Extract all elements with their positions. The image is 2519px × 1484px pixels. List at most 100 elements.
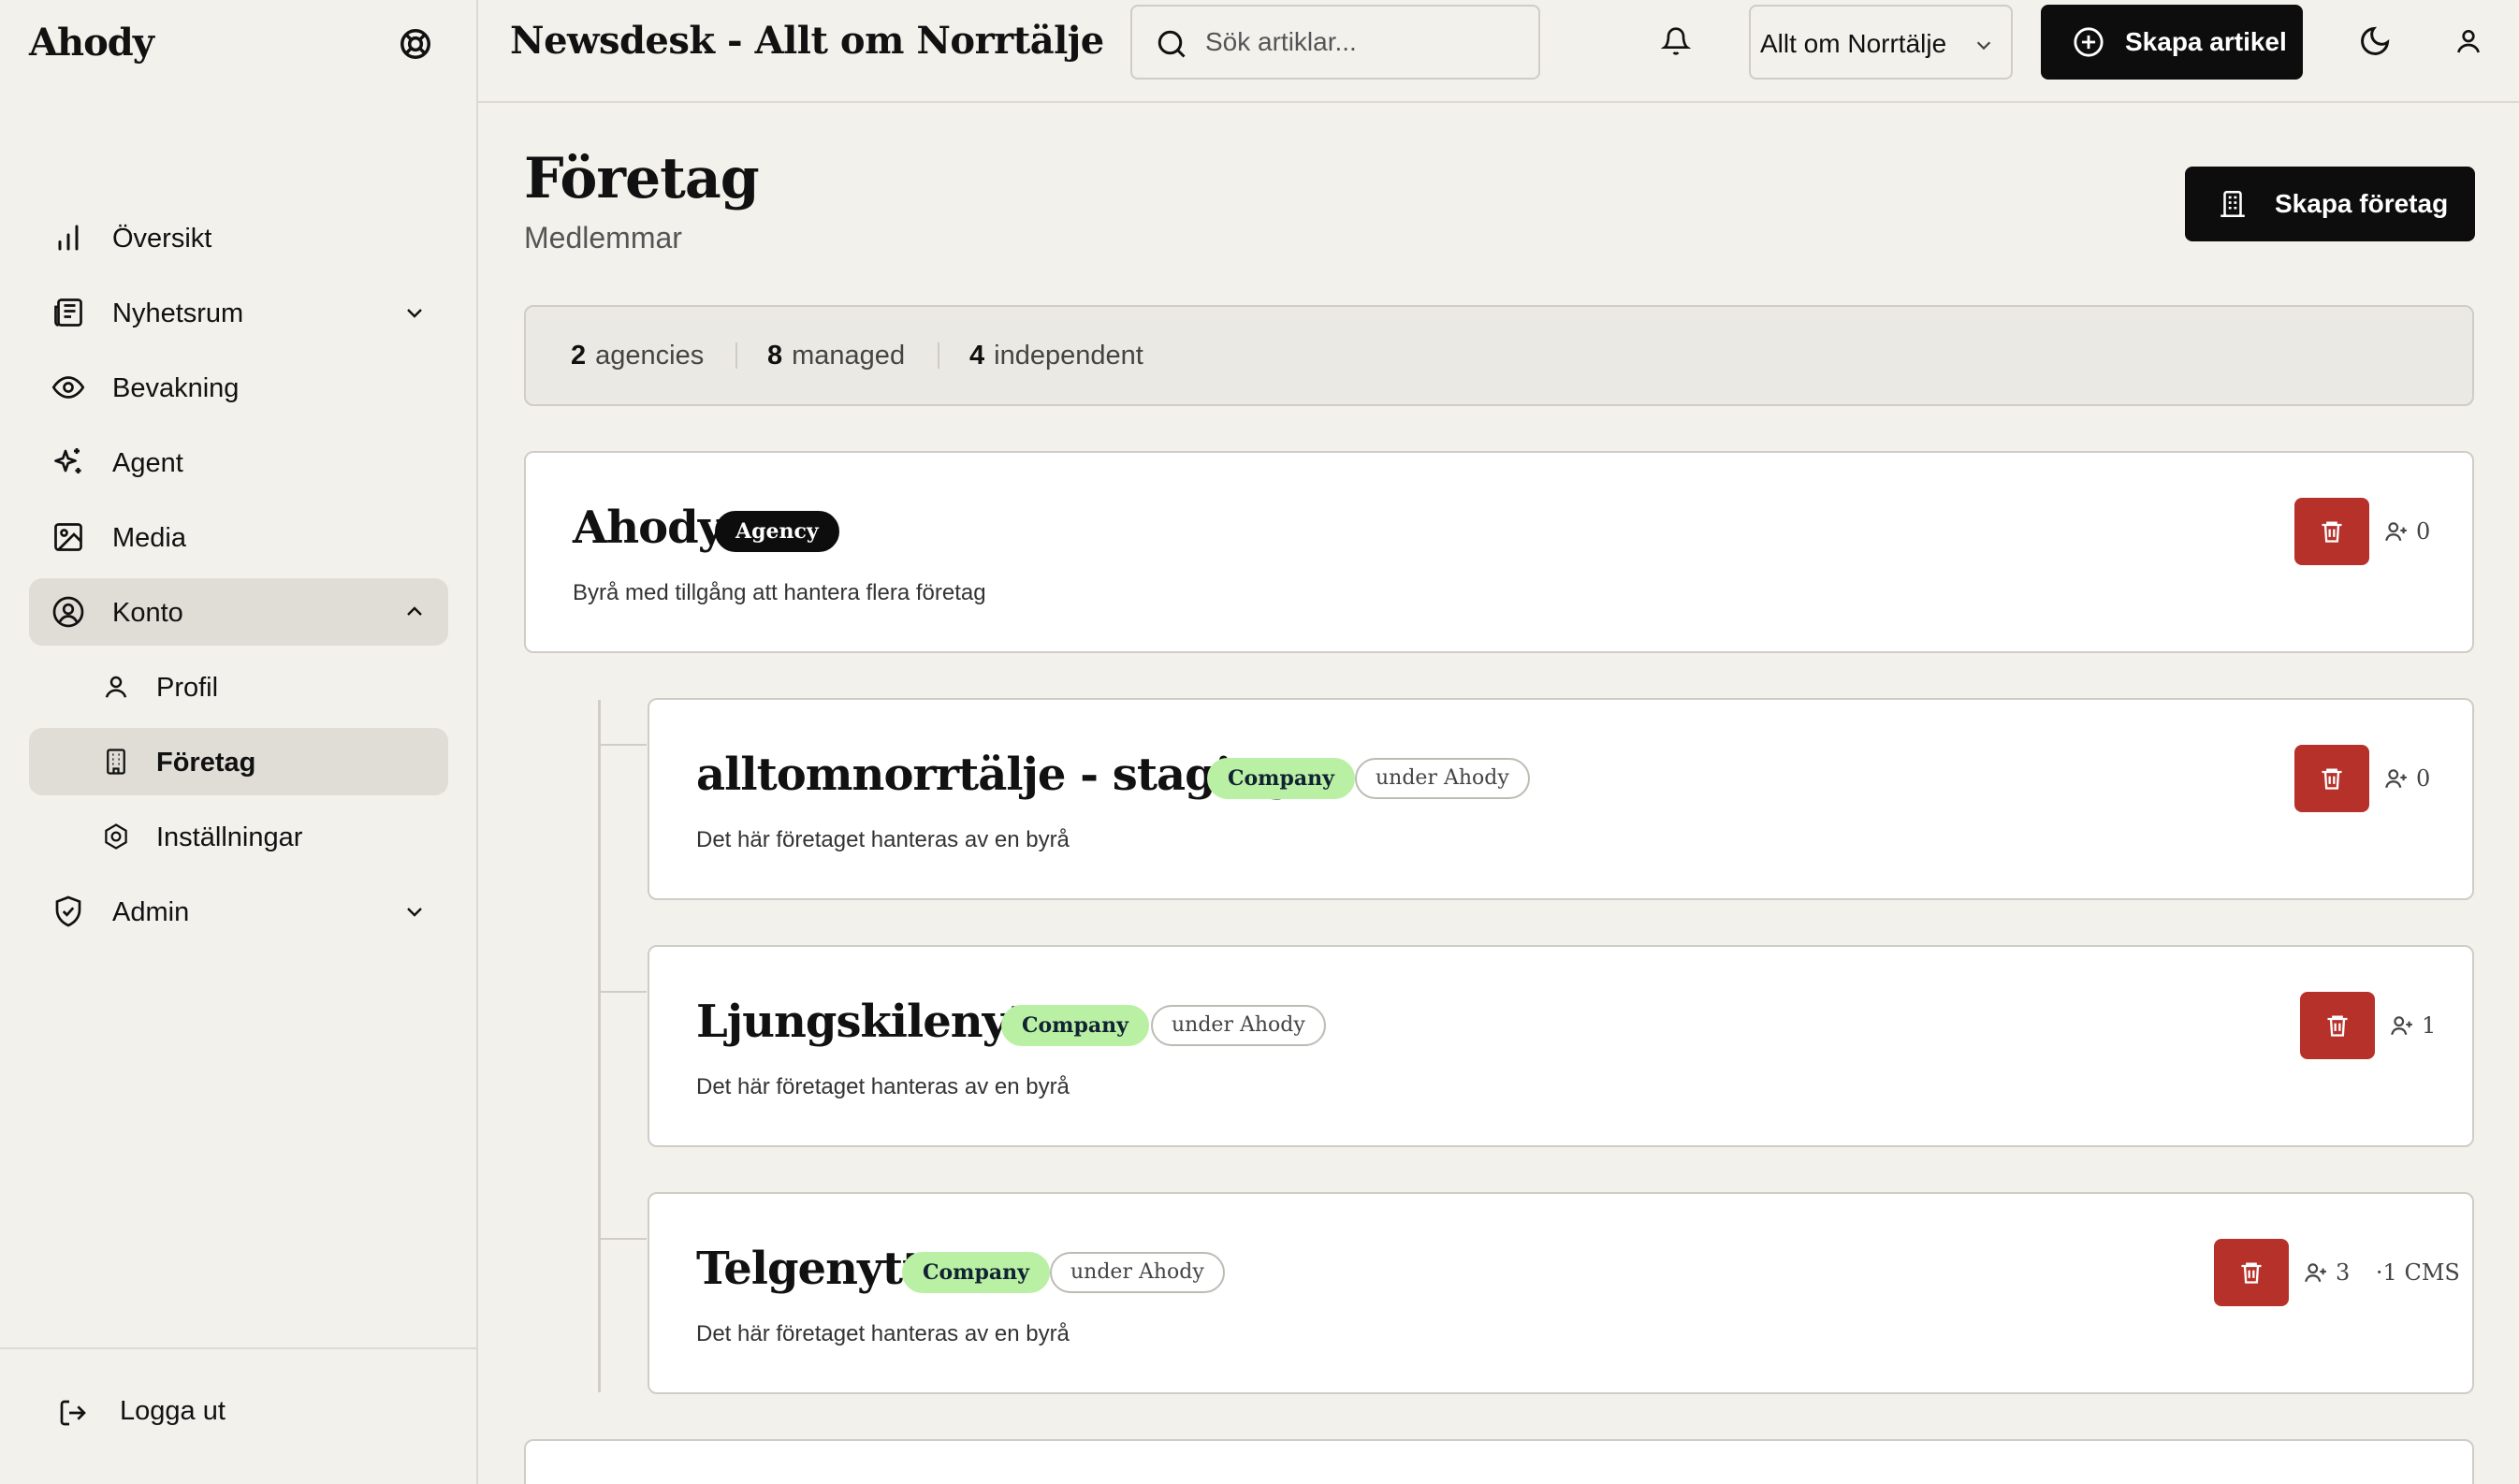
sparkles-icon <box>54 448 81 473</box>
divider <box>735 342 737 369</box>
chevron-down-icon[interactable] <box>403 301 426 324</box>
sidebar-item-label: Nyhetsrum <box>112 298 244 328</box>
chevron-down-icon[interactable] <box>403 900 426 923</box>
trash-icon <box>2322 521 2342 543</box>
moon-icon[interactable] <box>2358 24 2392 58</box>
sidebar-item-admin[interactable]: Admin <box>29 878 448 945</box>
trash-icon <box>2327 1015 2348 1037</box>
parent-badge: under Ahody <box>1151 1005 1326 1046</box>
user-plus-icon <box>2305 1263 2326 1283</box>
create-article-button[interactable]: Skapa artikel <box>2041 5 2303 80</box>
divider <box>938 342 939 369</box>
sidebar-item-oversikt[interactable]: Översikt <box>29 204 448 271</box>
cms-count: ·1 CMS <box>2375 1259 2460 1286</box>
company-card[interactable] <box>524 1439 2474 1484</box>
parent-badge: under Ahody <box>1355 758 1530 799</box>
workspace-select[interactable]: Allt om Norrtälje <box>1749 5 2013 80</box>
delete-button[interactable] <box>2294 498 2369 565</box>
chevron-up-icon[interactable] <box>403 601 426 623</box>
lifebuoy-icon[interactable] <box>398 26 433 62</box>
sidebar-item-label: Översikt <box>112 224 212 254</box>
sidebar-item-bevakning[interactable]: Bevakning <box>29 354 448 421</box>
company-description: Det här företaget hanteras av en byrå <box>696 827 1070 852</box>
stat-independent: 4 independent <box>969 341 1143 371</box>
user-circle-icon <box>52 596 84 628</box>
trash-icon <box>2322 768 2342 790</box>
shield-check-icon <box>55 895 81 927</box>
company-badge: Company <box>1207 758 1355 799</box>
logout-icon <box>60 1400 86 1426</box>
member-count: 0 <box>2384 518 2430 545</box>
newspaper-icon <box>54 298 82 327</box>
newsdesk-title: Newsdesk - Allt om Norrtälje <box>510 19 1104 63</box>
tree-branch <box>598 1238 647 1240</box>
sidebar-item-installningar[interactable]: Inställningar <box>29 803 448 870</box>
company-card[interactable]: Ahody Agency Byrå med tillgång att hante… <box>524 451 2474 653</box>
sidebar-item-label: Admin <box>112 897 190 927</box>
sidebar-item-label: Inställningar <box>156 822 303 852</box>
sidebar-item-agent[interactable]: Agent <box>29 429 448 496</box>
search-input[interactable] <box>1205 23 1523 61</box>
sidebar-item-label: Konto <box>112 598 183 628</box>
company-card[interactable]: alltomnorrtälje - staging Company under … <box>648 698 2474 900</box>
tree-line <box>598 700 601 1392</box>
page-subtitle: Medlemmar <box>524 221 682 255</box>
user-plus-icon <box>2385 769 2407 789</box>
search-icon <box>1158 30 1186 58</box>
company-name: alltomnorrtälje - staging <box>696 749 1294 801</box>
create-company-label: Skapa företag <box>2275 189 2449 218</box>
company-name: Telgenytt <box>696 1243 923 1295</box>
company-description: Det här företaget hanteras av en byrå <box>696 1074 1070 1099</box>
sidebar-item-label: Agent <box>112 448 183 478</box>
company-description: Byrå med tillgång att hantera flera före… <box>573 580 986 605</box>
company-name: Ahody <box>573 502 724 554</box>
building-icon <box>107 749 125 775</box>
workspace-select-value: Allt om Norrtälje <box>1760 29 1947 58</box>
create-company-button[interactable]: Skapa företag <box>2185 167 2475 241</box>
image-icon <box>54 523 82 551</box>
stat-managed: 8 managed <box>767 341 906 371</box>
sidebar: Ahody Översikt Nyhetsrum Bevakning Agent… <box>0 0 478 1484</box>
company-card[interactable]: Ljungskilenytt Company under Ahody Det h… <box>648 945 2474 1147</box>
sidebar-item-profil[interactable]: Profil <box>29 653 448 720</box>
sidebar-item-media[interactable]: Media <box>29 503 448 571</box>
bell-icon[interactable] <box>1661 26 1691 56</box>
stat-agencies: 2 agencies <box>571 341 705 371</box>
sidebar-item-foretag[interactable]: Företag <box>29 728 448 795</box>
user-plus-icon <box>2391 1016 2412 1036</box>
delete-button[interactable] <box>2300 992 2375 1059</box>
company-name: Ljungskilenytt <box>696 996 1048 1048</box>
chevron-down-icon <box>1976 41 1991 51</box>
plus-circle-icon <box>2074 27 2104 57</box>
delete-button[interactable] <box>2294 745 2369 812</box>
logout-label: Logga ut <box>120 1396 226 1426</box>
tree-branch <box>598 991 647 993</box>
user-plus-icon <box>2385 522 2407 542</box>
sidebar-item-label: Profil <box>156 673 219 703</box>
trash-icon <box>2241 1262 2262 1284</box>
parent-badge: under Ahody <box>1050 1252 1225 1293</box>
sidebar-item-label: Företag <box>156 748 256 778</box>
sidebar-item-label: Bevakning <box>112 373 240 403</box>
page-title: Företag <box>524 146 760 211</box>
sidebar-item-konto[interactable]: Konto <box>29 578 448 646</box>
member-count: 0 <box>2384 765 2430 792</box>
search-box[interactable] <box>1130 5 1540 80</box>
building-icon <box>2221 190 2245 218</box>
tree-branch <box>598 744 647 746</box>
user-icon[interactable] <box>2453 26 2483 56</box>
brand-logo[interactable]: Ahody <box>29 21 154 65</box>
delete-button[interactable] <box>2214 1239 2289 1306</box>
agency-badge: Agency <box>715 511 839 552</box>
member-count: 1 <box>2390 1012 2436 1039</box>
create-article-label: Skapa artikel <box>2125 27 2287 56</box>
top-bar: Newsdesk - Allt om Norrtälje Allt om Nor… <box>478 0 2519 103</box>
sidebar-item-nyhetsrum[interactable]: Nyhetsrum <box>29 279 448 346</box>
sidebar-item-label: Media <box>112 523 186 553</box>
company-badge: Company <box>902 1252 1050 1293</box>
member-count: 3 ·1 CMS <box>2304 1259 2460 1286</box>
stats-bar: 2 agencies 8 managed 4 independent <box>524 305 2474 406</box>
sidebar-nav: Översikt Nyhetsrum Bevakning Agent Media… <box>29 204 448 953</box>
company-card[interactable]: Telgenytt Company under Ahody Det här fö… <box>648 1192 2474 1394</box>
eye-icon <box>51 376 85 399</box>
